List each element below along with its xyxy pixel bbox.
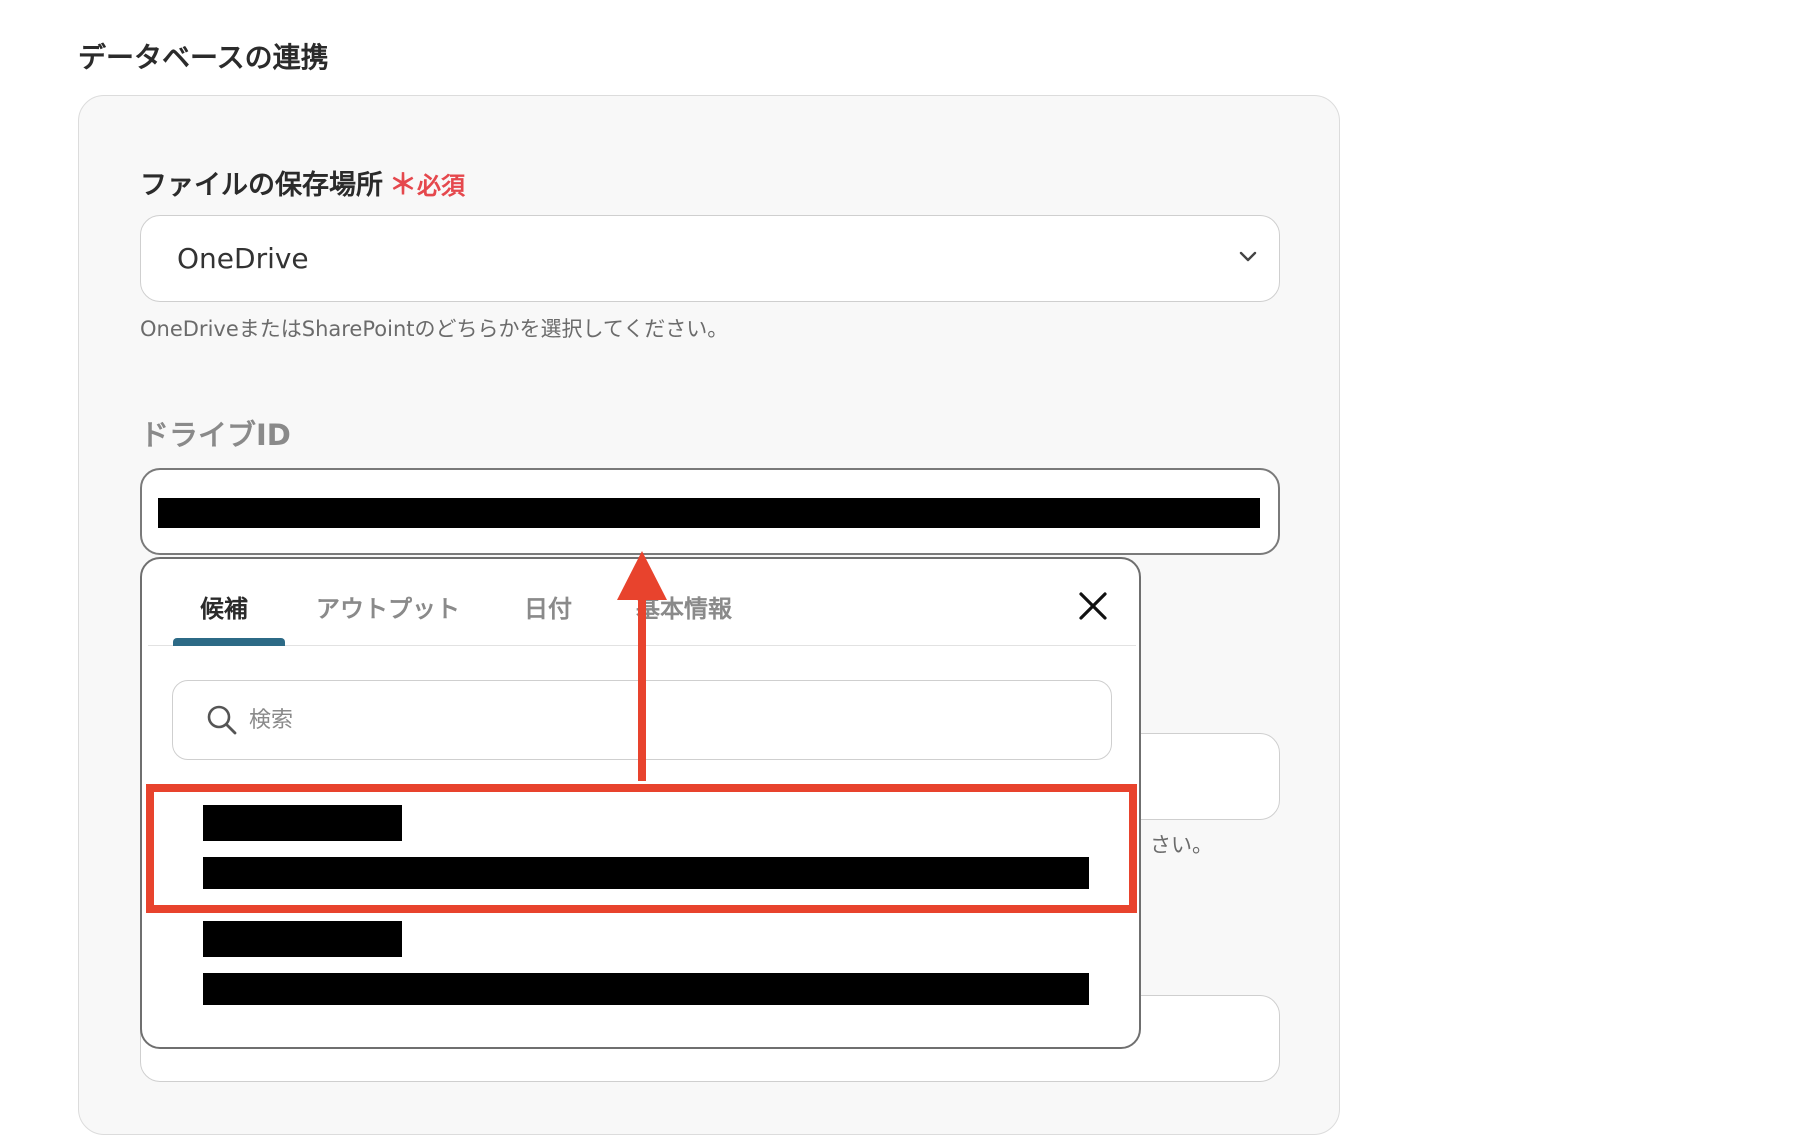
storage-label-text: ファイルの保存場所 xyxy=(140,170,383,201)
storage-select[interactable]: OneDrive xyxy=(140,215,1280,302)
option-id-redacted xyxy=(203,973,1089,1005)
storage-help-text: OneDriveまたはSharePointのどちらかを選択してください。 xyxy=(140,317,729,341)
storage-select-value: OneDrive xyxy=(177,242,309,275)
option-title-redacted xyxy=(203,921,402,957)
tab-date[interactable]: 日付 xyxy=(524,589,572,624)
drive-id-label: ドライブID xyxy=(140,418,291,452)
tab-output[interactable]: アウトプット xyxy=(316,589,460,624)
close-icon[interactable] xyxy=(1076,589,1110,623)
popup-tabs: 候補 アウトプット 日付 基本情報 xyxy=(148,559,1136,646)
search-icon xyxy=(207,705,237,735)
required-badge: ＊必須 xyxy=(389,168,466,201)
option-title-redacted xyxy=(203,805,402,841)
tab-basic-info[interactable]: 基本情報 xyxy=(636,589,732,624)
tab-candidates[interactable]: 候補 xyxy=(200,589,248,624)
storage-field-label: ファイルの保存場所 ＊必須 xyxy=(140,163,465,203)
required-star: ＊ xyxy=(389,168,418,201)
candidate-option[interactable] xyxy=(142,791,1139,907)
drive-id-input[interactable] xyxy=(140,468,1280,555)
section-title: データベースの連携 xyxy=(78,41,329,74)
drive-id-value-redacted xyxy=(158,498,1260,528)
chevron-down-icon xyxy=(1239,251,1257,262)
candidate-option[interactable] xyxy=(142,907,1139,1023)
active-tab-indicator xyxy=(173,638,285,646)
candidate-popup: 候補 アウトプット 日付 基本情報 xyxy=(140,557,1141,1049)
option-id-redacted xyxy=(203,857,1089,889)
search-box[interactable] xyxy=(172,680,1112,760)
required-text: 必須 xyxy=(417,172,466,200)
background-help-text: さい。 xyxy=(1150,833,1213,857)
search-input[interactable] xyxy=(247,699,1091,741)
